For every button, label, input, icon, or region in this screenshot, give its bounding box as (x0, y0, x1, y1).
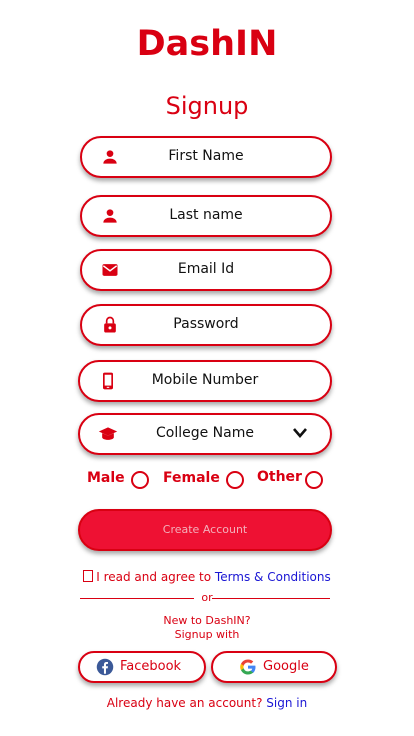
first-name-placeholder: First Name (168, 148, 244, 164)
app-brand-title: DashIN (136, 24, 278, 64)
page-title: Signup (165, 92, 249, 120)
google-icon (240, 659, 256, 675)
signup-prompt-line2: Signup with (174, 628, 240, 641)
gender-female-radio[interactable] (226, 471, 244, 489)
signin-prompt-text: Already have an account? (106, 696, 267, 710)
gender-male-label: Male (87, 470, 125, 486)
last-name-placeholder: Last name (169, 207, 243, 223)
mobile-number-placeholder: Mobile Number (151, 372, 259, 388)
chevron-down-icon[interactable] (292, 425, 308, 441)
mobile-number-field[interactable]: Mobile Number (78, 360, 332, 402)
terms-link[interactable]: Terms & Conditions (215, 570, 331, 584)
facebook-signup-button[interactable]: Facebook (78, 651, 206, 683)
email-placeholder: Email Id (177, 261, 235, 277)
gender-other-label: Other (257, 469, 302, 485)
facebook-label: Facebook (120, 659, 182, 674)
gender-male-radio[interactable] (131, 471, 149, 489)
password-field[interactable]: Password (80, 304, 332, 346)
google-label: Google (263, 659, 309, 674)
terms-prefix: I read and agree to (96, 570, 215, 584)
or-separator: or (201, 591, 213, 604)
first-name-field[interactable]: First Name (80, 136, 332, 178)
signin-prompt: Already have an account? Sign in (0, 696, 414, 710)
password-placeholder: Password (173, 316, 239, 332)
signup-prompt-line1: New to DashIN? (163, 614, 251, 627)
college-name-select[interactable]: College Name (78, 413, 332, 455)
create-account-button[interactable]: Create Account (78, 509, 332, 551)
terms-agreement: I read and agree to Terms & Conditions (0, 570, 414, 584)
gender-other-radio[interactable] (305, 471, 323, 489)
last-name-field[interactable]: Last name (80, 195, 332, 237)
email-field[interactable]: Email Id (80, 249, 332, 291)
terms-checkbox[interactable] (83, 570, 94, 582)
gender-female-label: Female (163, 470, 220, 486)
google-signup-button[interactable]: Google (211, 651, 337, 683)
signin-link[interactable]: Sign in (266, 696, 307, 710)
facebook-icon (96, 658, 114, 676)
